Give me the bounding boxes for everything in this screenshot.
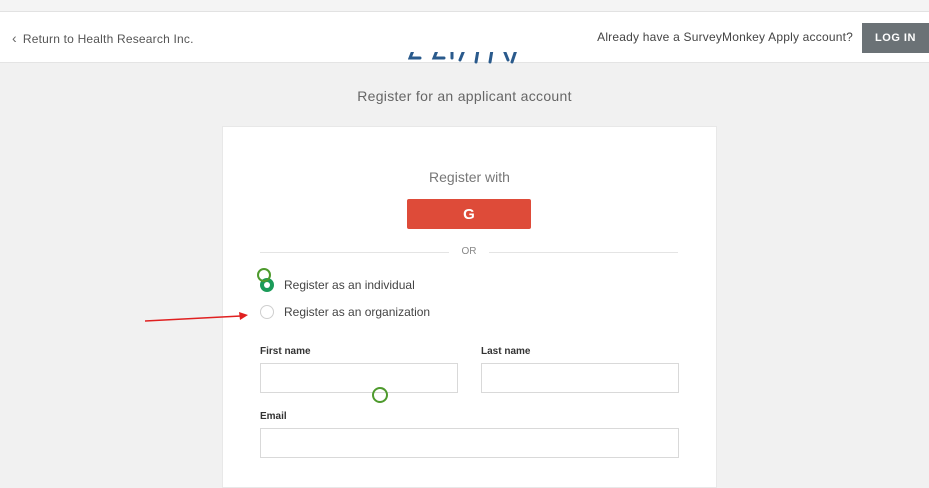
radio-organization-label: Register as an organization bbox=[284, 305, 431, 319]
first-name-input[interactable] bbox=[260, 363, 458, 393]
google-signin-button[interactable]: G bbox=[407, 199, 531, 229]
first-name-label: First name bbox=[260, 346, 311, 357]
register-card: Register with G OR Register as an indivi… bbox=[222, 126, 717, 488]
radio-individual-label: Register as an individual bbox=[284, 278, 415, 292]
radio-register-individual[interactable]: Register as an individual bbox=[260, 278, 415, 292]
page-subtitle: Register for an applicant account bbox=[357, 88, 572, 104]
annotation-circle-marker bbox=[372, 387, 388, 403]
email-label: Email bbox=[260, 411, 287, 422]
browser-top-strip bbox=[0, 0, 929, 12]
last-name-input[interactable] bbox=[481, 363, 679, 393]
google-icon: G bbox=[463, 205, 475, 223]
already-have-account-text: Already have a SurveyMonkey Apply accoun… bbox=[597, 30, 853, 44]
chevron-left-icon: ‹ bbox=[12, 30, 17, 46]
or-label: OR bbox=[449, 246, 489, 257]
last-name-label: Last name bbox=[481, 346, 531, 357]
email-input[interactable] bbox=[260, 428, 679, 458]
return-link[interactable]: ‹ Return to Health Research Inc. bbox=[12, 30, 194, 46]
register-with-label: Register with bbox=[429, 169, 510, 185]
radio-unchecked-icon[interactable] bbox=[260, 305, 274, 319]
radio-register-organization[interactable]: Register as an organization bbox=[260, 305, 430, 319]
annotation-circle-marker bbox=[257, 268, 271, 282]
return-link-label: Return to Health Research Inc. bbox=[22, 32, 194, 46]
annotation-arrow-icon bbox=[145, 312, 248, 322]
login-button[interactable]: LOG IN bbox=[862, 23, 929, 53]
apply-logo-icon bbox=[408, 52, 522, 70]
